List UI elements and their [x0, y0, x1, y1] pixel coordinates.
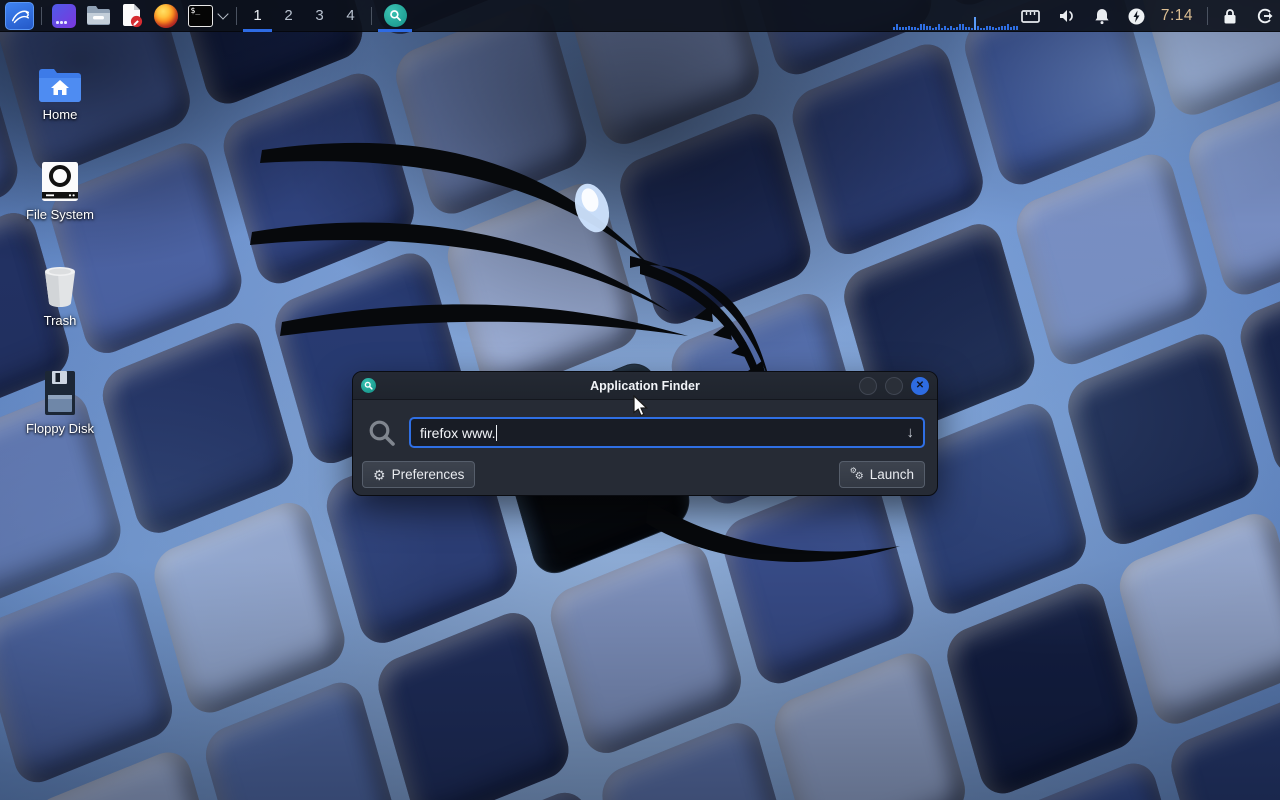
top-panel: $_ 1 2 3 4 [0, 0, 1280, 32]
file-manager-icon [86, 5, 111, 26]
panel-right-section: 7:14 [1021, 0, 1274, 32]
titlebar[interactable]: Application Finder ✕ [353, 372, 937, 400]
maximize-button[interactable] [885, 377, 903, 395]
preferences-button[interactable]: ⚙ Preferences [362, 461, 475, 488]
workspace-1[interactable]: 1 [242, 0, 273, 32]
close-icon: ✕ [916, 381, 924, 391]
applications-menu-button[interactable] [5, 2, 34, 30]
panel-separator [41, 7, 42, 25]
launch-button-label: Launch [870, 467, 914, 482]
preferences-button-label: Preferences [392, 467, 465, 482]
workspace-4-label: 4 [346, 7, 354, 24]
workspace-4[interactable]: 4 [335, 0, 366, 32]
desktop-icon-label: Trash [44, 313, 77, 328]
text-editor-icon [121, 4, 143, 28]
application-finder-icon [384, 4, 407, 27]
active-workspace-underline [243, 29, 272, 32]
workspace-2[interactable]: 2 [273, 0, 304, 32]
volume-icon[interactable] [1058, 8, 1076, 24]
workspace-3-label: 3 [315, 7, 323, 24]
floppy-disk-icon [44, 370, 76, 416]
workspace-3[interactable]: 3 [304, 0, 335, 32]
network-icon[interactable] [1021, 9, 1040, 24]
panel-left-section: $_ 1 2 3 4 [0, 0, 413, 31]
launch-button[interactable]: ⚙ ⚙ Launch [839, 461, 925, 488]
panel-clock[interactable]: 7:14 [1161, 7, 1193, 25]
desktop-icon-label: Home [43, 107, 78, 122]
close-button[interactable]: ✕ [911, 377, 929, 395]
desktop-icon-label: File System [26, 207, 94, 222]
terminal-icon: $_ [188, 5, 213, 27]
kali-logo-icon [9, 5, 31, 27]
launcher-firefox[interactable] [152, 1, 180, 31]
desktop-icon-label: Floppy Disk [26, 421, 94, 436]
text-caret [496, 425, 497, 441]
terminal-dropdown-chevron-icon[interactable] [217, 8, 228, 19]
notifications-bell-icon[interactable] [1094, 8, 1110, 25]
desktop-icon-file-system[interactable]: File System [12, 156, 108, 222]
launcher-terminal[interactable]: $_ [186, 1, 214, 31]
launcher-text-editor[interactable] [118, 1, 146, 31]
taskbar-application-finder-button[interactable] [377, 0, 413, 32]
application-finder-window: Application Finder ✕ firefox www. ↓ ⚙ Pr… [352, 371, 938, 496]
launcher-file-manager[interactable] [84, 1, 112, 31]
minimize-button[interactable] [859, 377, 877, 395]
search-icon [367, 418, 397, 448]
launch-gears-icon: ⚙ ⚙ [850, 467, 864, 482]
desktop-icon-home[interactable]: Home [12, 56, 108, 122]
logout-icon[interactable] [1256, 7, 1274, 25]
file-system-drive-icon [41, 156, 79, 202]
desktop-icon-floppy-disk[interactable]: Floppy Disk [12, 370, 108, 436]
panel-separator [236, 7, 237, 25]
workspace-2-label: 2 [284, 7, 292, 24]
window-title: Application Finder [353, 379, 937, 393]
home-folder-icon [37, 56, 83, 102]
purple-app-icon [52, 4, 76, 28]
launcher-purple-app[interactable] [50, 1, 78, 31]
active-task-underline [378, 29, 412, 32]
firefox-icon [154, 4, 178, 28]
system-monitor-graph[interactable] [893, 16, 1021, 30]
power-manager-icon[interactable] [1128, 8, 1145, 25]
panel-separator [371, 7, 372, 25]
panel-separator [1207, 7, 1208, 25]
gear-icon: ⚙ [373, 468, 386, 482]
workspace-1-label: 1 [253, 7, 261, 24]
trash-icon [40, 262, 80, 308]
history-dropdown-arrow-icon[interactable]: ↓ [907, 424, 915, 441]
search-input[interactable]: firefox www. ↓ [409, 417, 925, 448]
search-input-value: firefox www. [420, 425, 495, 441]
desktop-icon-trash[interactable]: Trash [12, 262, 108, 328]
lock-screen-icon[interactable] [1222, 8, 1238, 25]
